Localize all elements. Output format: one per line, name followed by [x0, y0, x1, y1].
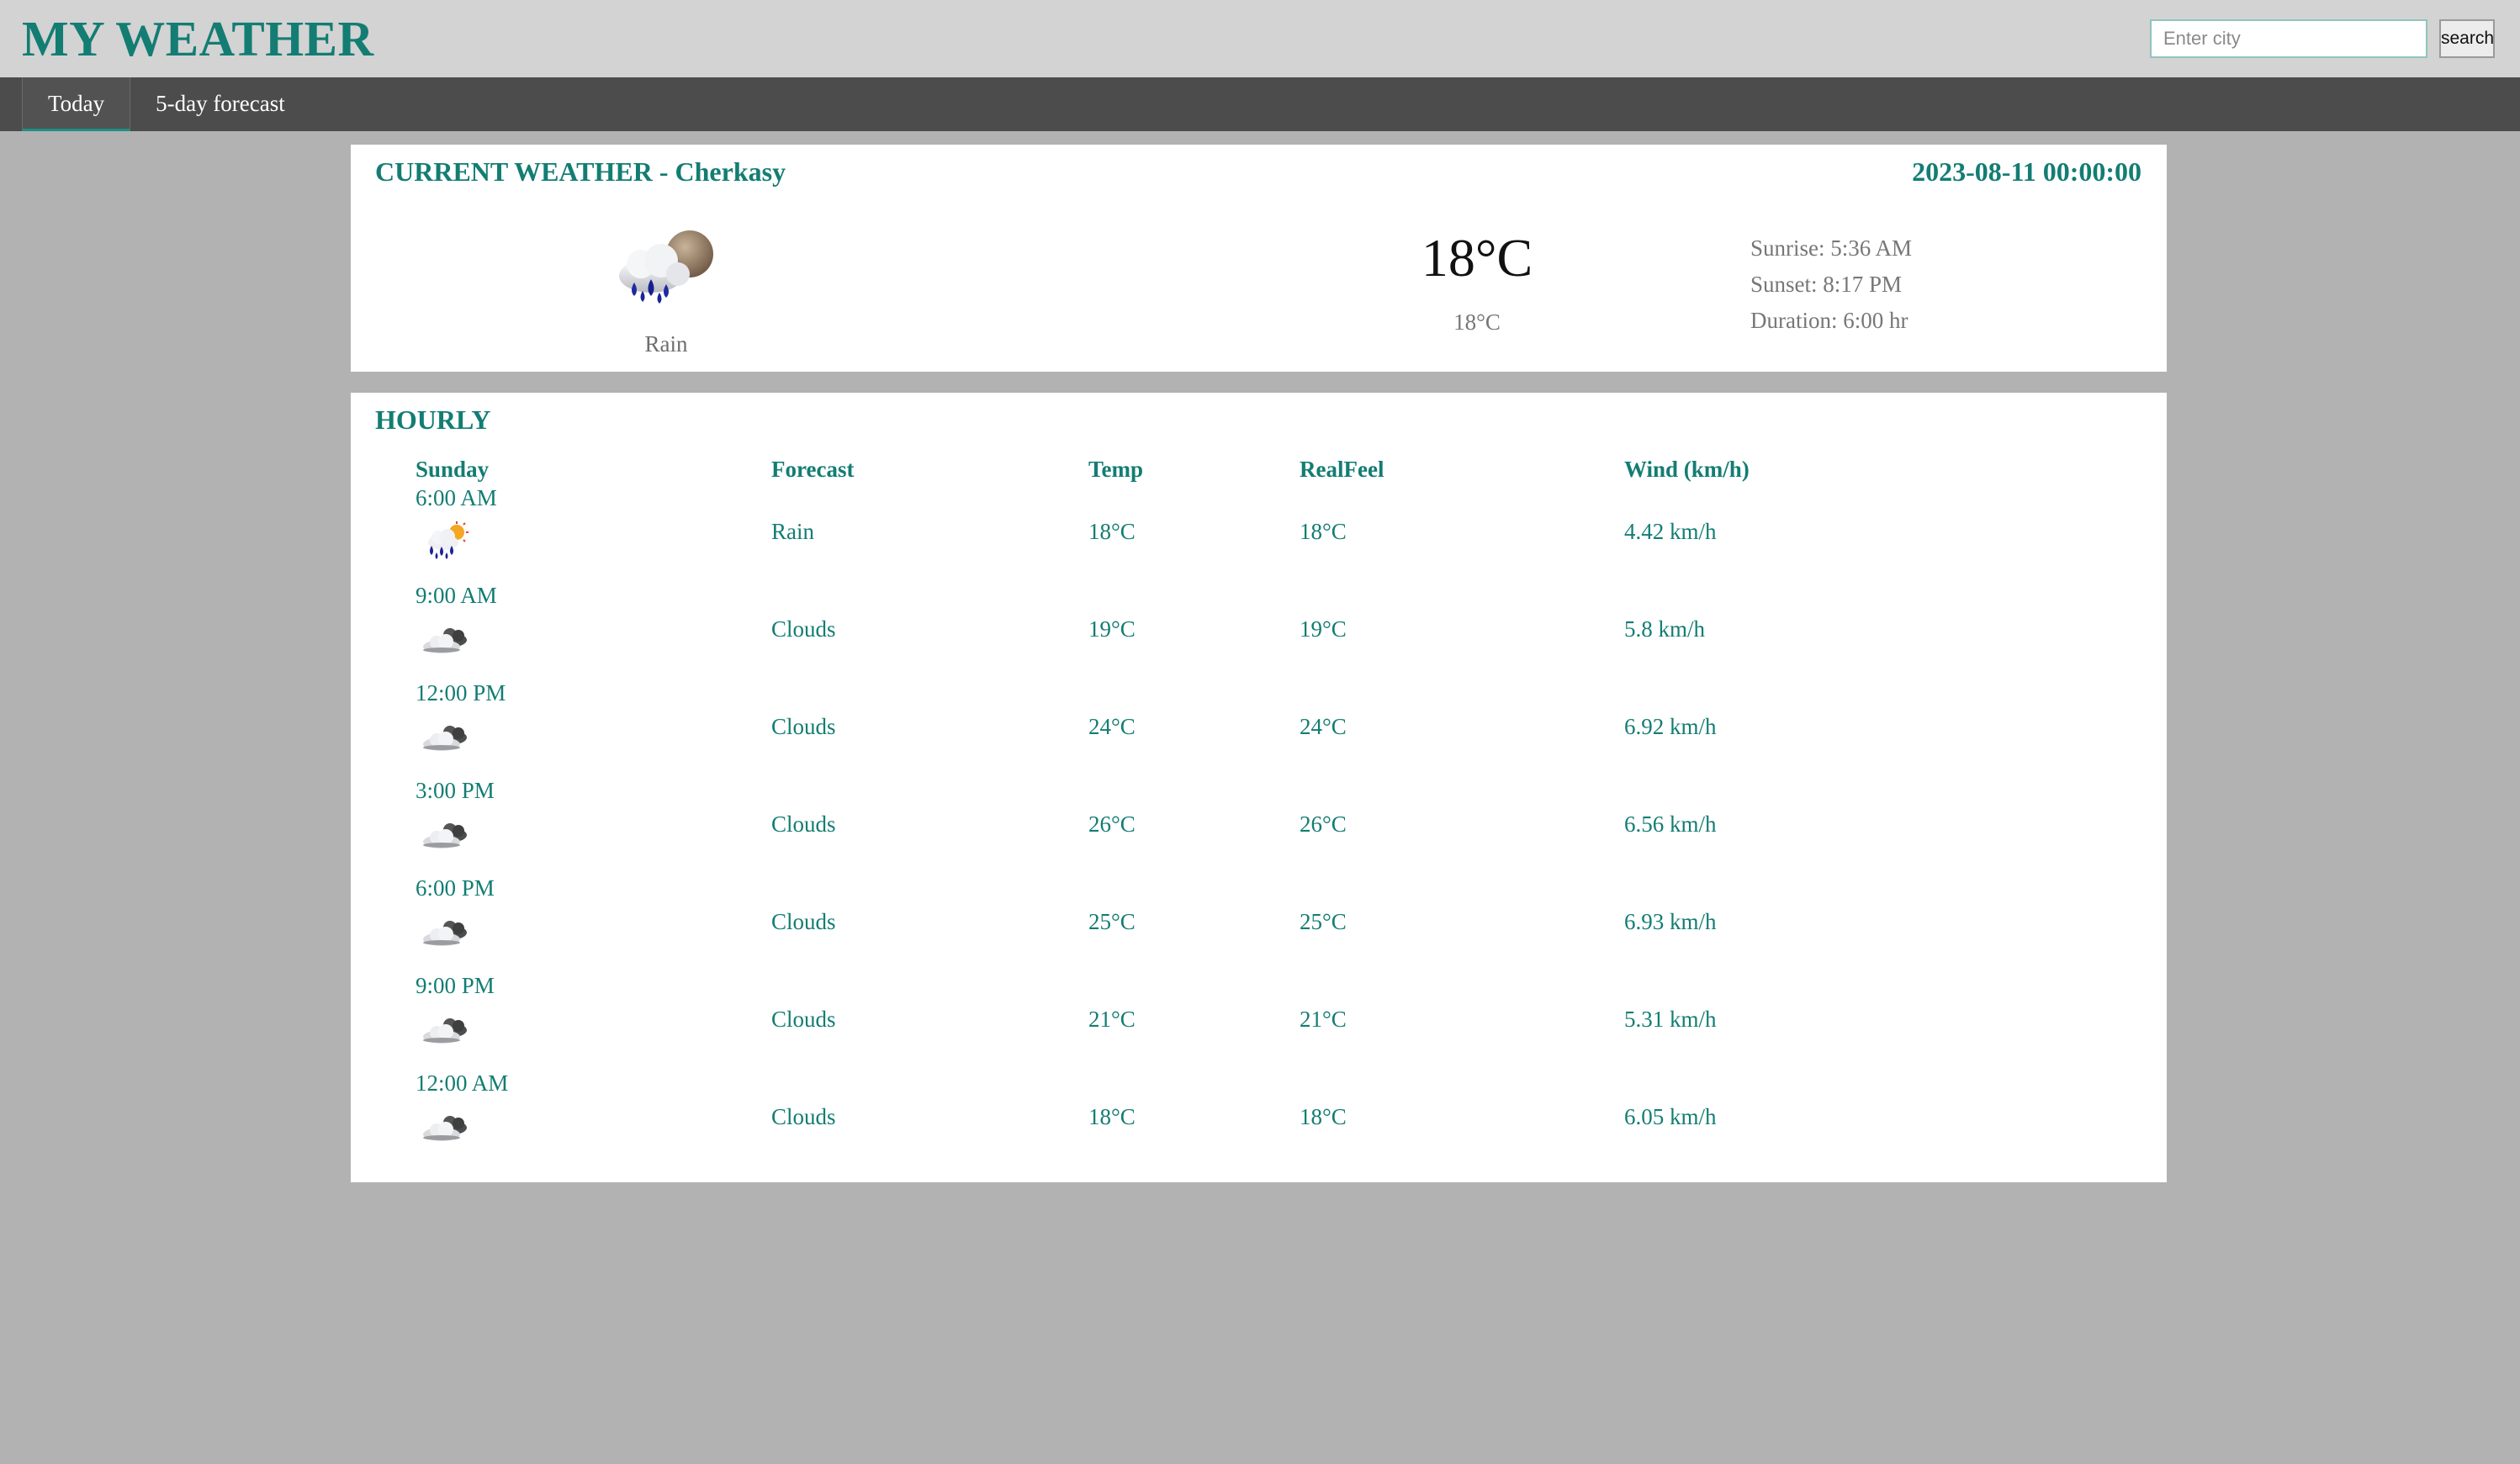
header-forecast: Forecast	[771, 457, 855, 482]
row-forecast: Clouds	[771, 909, 836, 934]
app-header: MY WEATHER search	[0, 0, 2520, 77]
row-time: 12:00 PM	[416, 680, 506, 706]
day-duration-text: Duration: 6:00 hr	[1750, 308, 1909, 333]
row-wind: 6.05 km/h	[1624, 1104, 1717, 1129]
row-wind: 6.92 km/h	[1624, 714, 1717, 739]
row-time: 3:00 PM	[416, 778, 495, 803]
row-forecast: Rain	[771, 519, 814, 544]
current-weather-card: CURRENT WEATHER - Cherkasy 2023-08-11 00…	[351, 145, 2167, 372]
table-row: 6:00 PM Clouds 25°C 25°C 6.93 km/h	[351, 875, 2167, 973]
clouds-icon	[423, 1018, 467, 1044]
current-weather-title: CURRENT WEATHER - Cherkasy	[375, 156, 786, 187]
clouds-icon	[423, 726, 467, 751]
city-search-input[interactable]	[2150, 19, 2427, 58]
row-wind: 6.93 km/h	[1624, 909, 1717, 934]
row-realfeel: 19°C	[1300, 616, 1347, 642]
table-row: 9:00 AM Clouds 19°C 19°C 5.8 km/h	[351, 583, 2167, 680]
row-realfeel: 25°C	[1300, 909, 1347, 934]
row-time: 9:00 AM	[416, 583, 497, 608]
row-forecast: Clouds	[771, 1007, 836, 1032]
sun-info: Sunrise: 5:36 AM Sunset: 8:17 PM Duratio…	[1750, 230, 1912, 339]
row-realfeel: 18°C	[1300, 519, 1347, 544]
row-temp: 18°C	[1088, 519, 1136, 544]
rain-sun-icon	[428, 521, 469, 559]
row-realfeel: 18°C	[1300, 1104, 1347, 1129]
current-datetime: 2023-08-11 00:00:00	[1912, 156, 2141, 187]
row-time: 6:00 AM	[416, 485, 497, 510]
row-forecast: Clouds	[771, 616, 836, 642]
header-realfeel: RealFeel	[1300, 457, 1384, 482]
clouds-icon	[423, 823, 467, 848]
row-temp: 24°C	[1088, 714, 1136, 739]
sunset-text: Sunset: 8:17 PM	[1750, 272, 1903, 297]
row-realfeel: 26°C	[1300, 811, 1347, 837]
row-time: 9:00 PM	[416, 973, 495, 998]
search-button[interactable]: search	[2439, 19, 2495, 58]
hourly-title: HOURLY	[375, 404, 491, 435]
row-temp: 25°C	[1088, 909, 1136, 934]
nav-bar: Today 5-day forecast	[0, 77, 2520, 131]
row-realfeel: 24°C	[1300, 714, 1347, 739]
tab-5-day-forecast[interactable]: 5-day forecast	[130, 77, 310, 131]
row-temp: 26°C	[1088, 811, 1136, 837]
row-time: 6:00 PM	[416, 875, 495, 901]
clouds-icon	[423, 628, 467, 653]
current-condition: Rain	[644, 331, 688, 357]
row-forecast: Clouds	[771, 811, 836, 837]
table-row: 12:00 PM Clouds 24°C 24°C 6.92 km/h	[351, 680, 2167, 778]
clouds-icon	[423, 1116, 467, 1141]
row-wind: 5.31 km/h	[1624, 1007, 1717, 1032]
row-wind: 4.42 km/h	[1624, 519, 1717, 544]
sunrise-text: Sunrise: 5:36 AM	[1750, 235, 1913, 261]
row-time: 12:00 AM	[416, 1070, 509, 1096]
row-wind: 6.56 km/h	[1624, 811, 1717, 837]
row-temp: 18°C	[1088, 1104, 1136, 1129]
table-row: 9:00 PM Clouds 21°C 21°C 5.31 km/h	[351, 973, 2167, 1070]
header-temp: Temp	[1088, 457, 1144, 482]
rain-moon-icon	[619, 230, 713, 304]
row-temp: 19°C	[1088, 616, 1136, 642]
row-forecast: Clouds	[771, 1104, 836, 1129]
table-row: 3:00 PM Clouds 26°C 26°C 6.56 km/h	[351, 778, 2167, 875]
current-temperature: 18°C	[1421, 228, 1533, 288]
header-wind: Wind (km/h)	[1624, 457, 1750, 482]
hourly-card: HOURLY Sunday Forecast Temp RealFeel Win…	[351, 393, 2167, 1182]
app-logo: MY WEATHER	[22, 11, 374, 66]
row-temp: 21°C	[1088, 1007, 1136, 1032]
tab-today[interactable]: Today	[22, 77, 131, 131]
current-realfeel: 18°C	[1453, 309, 1501, 335]
table-row: 12:00 AM Clouds 18°C 18°C 6.05 km/h	[351, 1070, 2167, 1168]
row-realfeel: 21°C	[1300, 1007, 1347, 1032]
header-day: Sunday	[416, 457, 490, 482]
table-row: 6:00 AM Rain 18°C 18°C 4.42 km/h	[351, 485, 2167, 583]
row-wind: 5.8 km/h	[1624, 616, 1706, 642]
clouds-icon	[423, 921, 467, 946]
row-forecast: Clouds	[771, 714, 836, 739]
